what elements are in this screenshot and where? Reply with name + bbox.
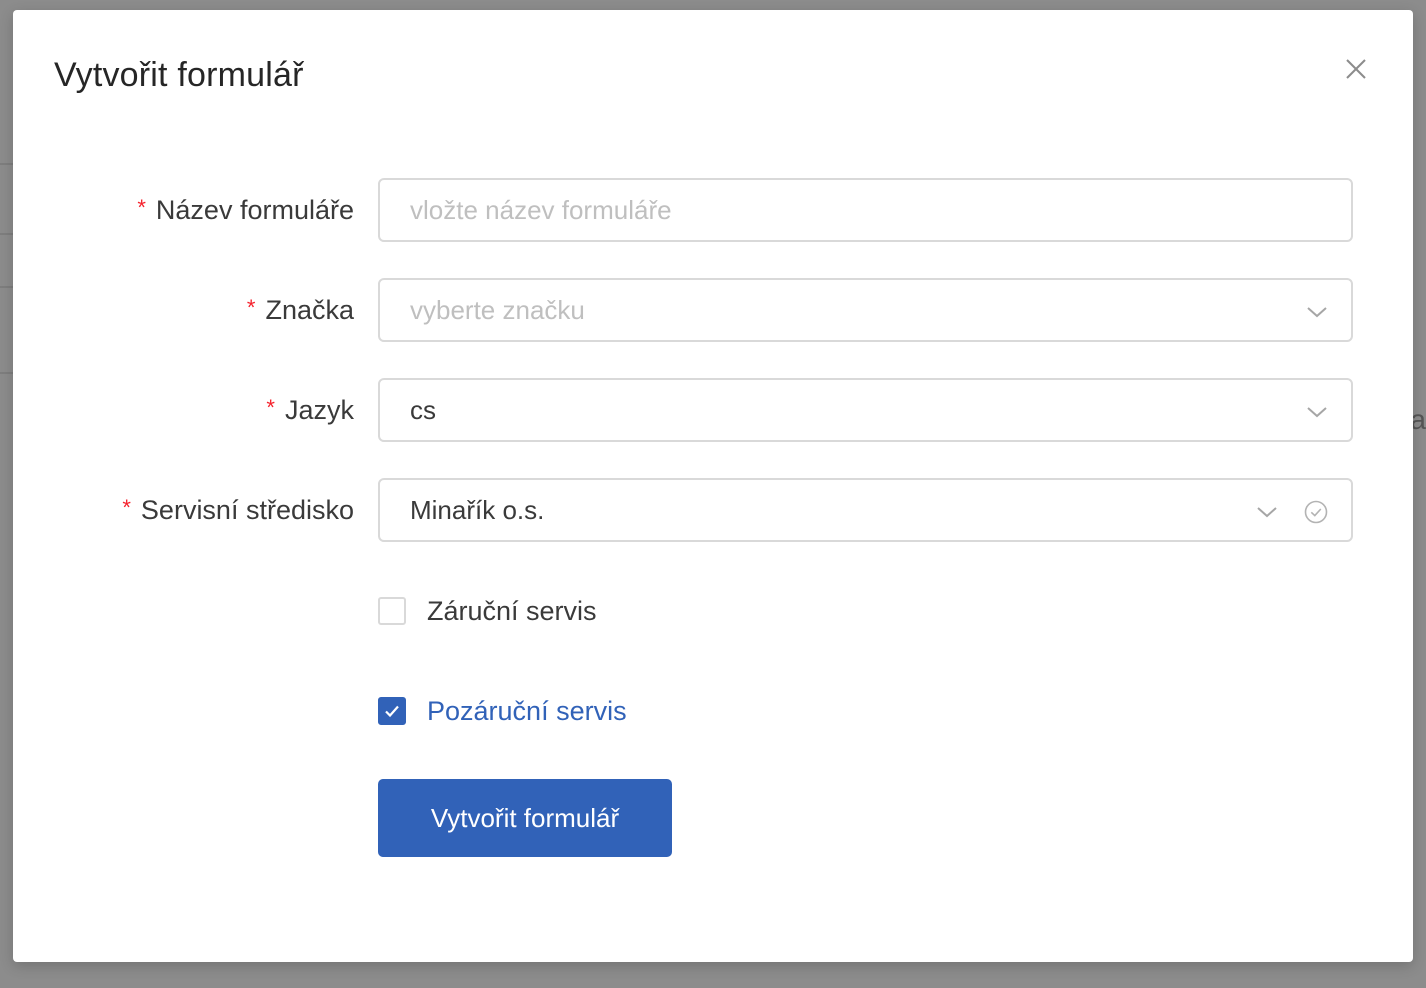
brand-select[interactable]: vyberte značku (378, 278, 1353, 342)
brand-select-placeholder: vyberte značku (410, 294, 585, 325)
background-divider (0, 372, 13, 374)
required-marker: * (137, 195, 146, 220)
warranty-service-checkbox[interactable]: Záruční servis (378, 591, 597, 631)
service-center-select[interactable]: Minařík o.s. (378, 478, 1353, 542)
modal-title: Vytvořit formulář (54, 56, 304, 94)
language-select[interactable]: cs (378, 378, 1353, 442)
background-divider (0, 163, 13, 165)
create-form-modal: Vytvořit formulář * Název formuláře * Zn… (13, 10, 1413, 962)
background-divider (0, 233, 13, 235)
chevron-down-icon (1307, 407, 1327, 418)
brand-label: * Značka (246, 294, 354, 325)
language-label: * Jazyk (266, 394, 354, 425)
checkbox-box[interactable] (378, 597, 406, 625)
form-item-brand: * Značka vyberte značku (13, 278, 1413, 342)
form-name-label: * Název formuláře (137, 194, 354, 225)
checkbox-box-checked[interactable] (378, 697, 406, 725)
background-divider (0, 286, 13, 288)
form-name-input[interactable] (410, 180, 1321, 240)
required-marker: * (246, 295, 256, 320)
warranty-service-label[interactable]: Záruční servis (427, 596, 597, 627)
close-icon (1346, 59, 1366, 79)
check-circle-icon (1304, 500, 1328, 524)
required-marker: * (266, 395, 275, 420)
create-form-button[interactable]: Vytvořit formulář (378, 779, 672, 857)
form-item-form-name: * Název formuláře (13, 178, 1413, 242)
chevron-down-icon (1257, 507, 1277, 518)
post-warranty-service-label[interactable]: Pozáruční servis (427, 696, 627, 727)
service-center-select-value: Minařík o.s. (410, 494, 545, 525)
form-item-language: * Jazyk cs (13, 378, 1413, 442)
language-select-value: cs (410, 394, 436, 425)
checkmark-icon (385, 705, 399, 718)
form-item-service-center: * Servisní středisko Minařík o.s. (13, 478, 1413, 542)
form-name-field[interactable] (378, 178, 1353, 242)
service-center-label: * Servisní středisko (122, 494, 354, 525)
post-warranty-service-checkbox[interactable]: Pozáruční servis (378, 691, 627, 731)
close-button[interactable] (1339, 52, 1373, 86)
chevron-down-icon (1307, 307, 1327, 318)
required-marker: * (122, 495, 131, 520)
